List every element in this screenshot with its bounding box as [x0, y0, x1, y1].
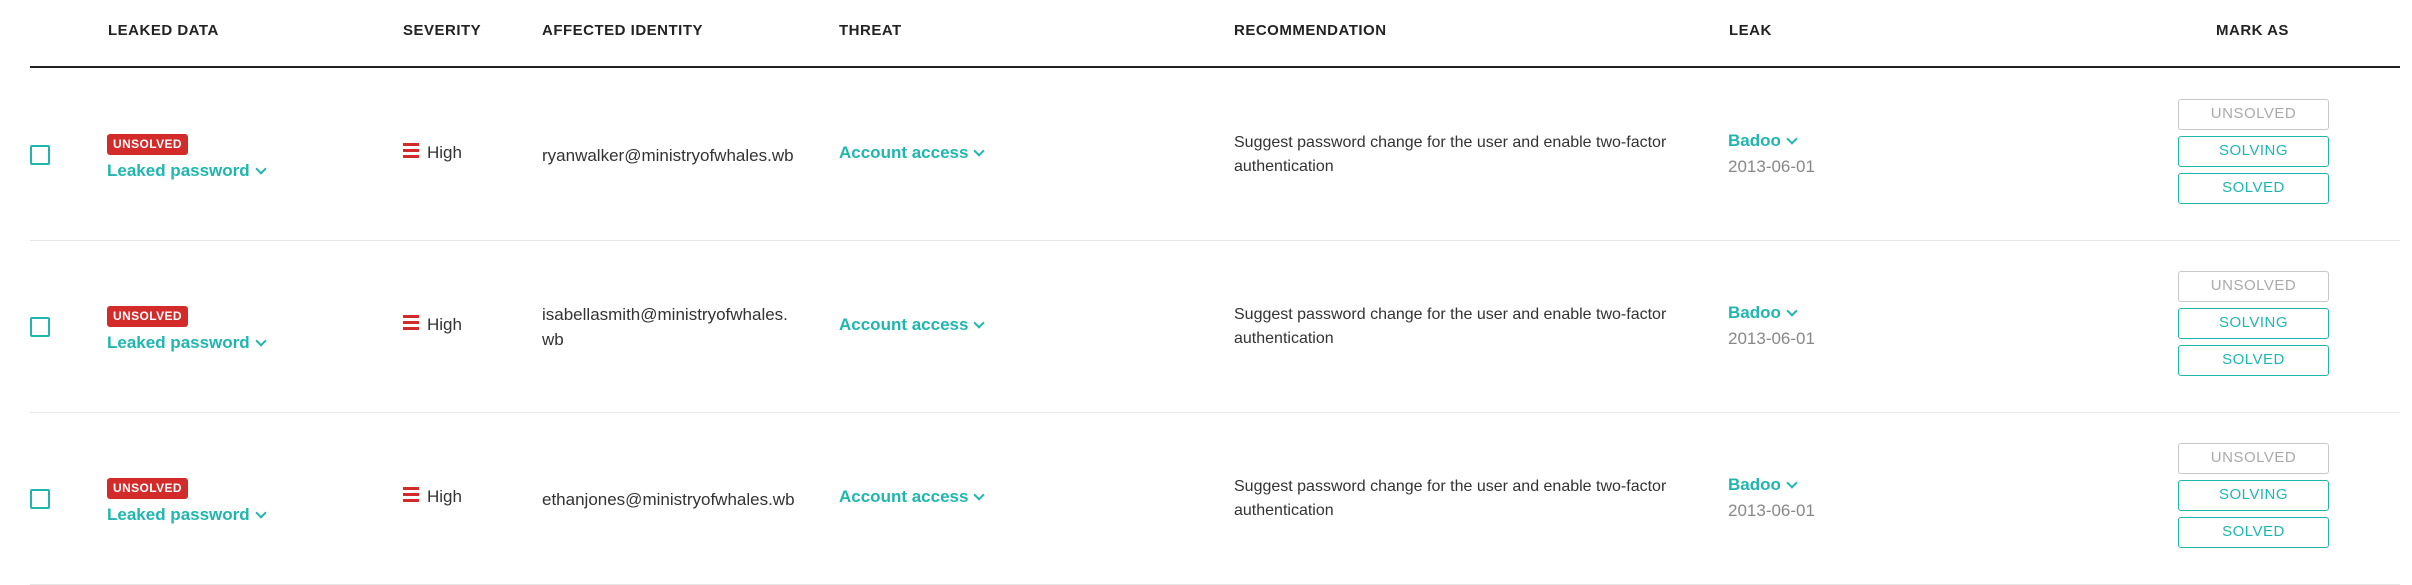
column-header-mark-as: MARK AS — [2216, 22, 2289, 39]
leak-source-dropdown[interactable]: Badoo — [1728, 303, 1798, 323]
chevron-down-icon — [973, 144, 986, 157]
mark-solving-button[interactable]: SOLVING — [2178, 308, 2329, 339]
affected-identity: ethanjones@ministryofwhales.wb — [542, 490, 795, 509]
leaked-data-label: Leaked password — [107, 333, 250, 352]
leak-date: 2013-06-01 — [1728, 501, 1815, 520]
leak-source-dropdown[interactable]: Badoo — [1728, 131, 1798, 151]
threat-label: Account access — [839, 487, 969, 506]
table-row: UNSOLVED Leaked password High ethanjones… — [30, 413, 2400, 585]
leak-source-label: Badoo — [1728, 131, 1781, 150]
status-badge: UNSOLVED — [107, 306, 188, 327]
mark-solved-button[interactable]: SOLVED — [2178, 345, 2329, 376]
threat-label: Account access — [839, 315, 969, 334]
leak-source-dropdown[interactable]: Badoo — [1728, 475, 1798, 495]
recommendation-text: Suggest password change for the user and… — [1234, 478, 1667, 519]
severity-label: High — [427, 143, 462, 162]
threat-dropdown[interactable]: Account access — [839, 143, 986, 163]
leaks-table: LEAKED DATA SEVERITY AFFECTED IDENTITY T… — [0, 0, 2412, 585]
affected-identity: isabellasmith@ministryofwhales.wb — [542, 305, 788, 349]
severity-bars-icon — [403, 142, 419, 158]
column-header-leak[interactable]: LEAK — [1729, 22, 1772, 39]
row-checkbox[interactable] — [30, 317, 50, 337]
mark-solved-button[interactable]: SOLVED — [2178, 517, 2329, 548]
leak-date: 2013-06-01 — [1728, 157, 1815, 176]
severity-label: High — [427, 487, 462, 506]
leaked-data-dropdown[interactable]: Leaked password — [107, 505, 267, 525]
chevron-down-icon — [1786, 476, 1798, 489]
mark-solving-button[interactable]: SOLVING — [2178, 480, 2329, 511]
leaked-data-dropdown[interactable]: Leaked password — [107, 161, 267, 181]
mark-solving-button[interactable]: SOLVING — [2178, 136, 2329, 167]
severity-label: High — [427, 315, 462, 334]
table-row: UNSOLVED Leaked password High ryanwalker… — [30, 69, 2400, 241]
threat-label: Account access — [839, 143, 969, 162]
column-header-affected-identity[interactable]: AFFECTED IDENTITY — [542, 22, 703, 39]
mark-unsolved-button[interactable]: UNSOLVED — [2178, 271, 2329, 302]
threat-dropdown[interactable]: Account access — [839, 487, 986, 507]
chevron-down-icon — [973, 316, 986, 329]
column-header-threat[interactable]: THREAT — [839, 22, 902, 39]
leak-date: 2013-06-01 — [1728, 329, 1815, 348]
mark-unsolved-button[interactable]: UNSOLVED — [2178, 443, 2329, 474]
chevron-down-icon — [973, 488, 986, 501]
status-badge: UNSOLVED — [107, 134, 188, 155]
severity-bars-icon — [403, 314, 419, 330]
severity-indicator: High — [403, 142, 462, 163]
severity-indicator: High — [403, 314, 462, 335]
leak-source-label: Badoo — [1728, 303, 1781, 322]
column-header-recommendation[interactable]: RECOMMENDATION — [1234, 22, 1387, 39]
row-checkbox[interactable] — [30, 489, 50, 509]
table-row: UNSOLVED Leaked password High isabellasm… — [30, 241, 2400, 413]
leak-source-label: Badoo — [1728, 475, 1781, 494]
leaked-data-dropdown[interactable]: Leaked password — [107, 333, 267, 353]
chevron-down-icon — [255, 334, 267, 347]
mark-solved-button[interactable]: SOLVED — [2178, 173, 2329, 204]
chevron-down-icon — [255, 162, 267, 175]
column-header-severity[interactable]: SEVERITY — [403, 22, 481, 39]
column-header-leaked-data[interactable]: LEAKED DATA — [108, 22, 219, 39]
leaked-data-label: Leaked password — [107, 505, 250, 524]
chevron-down-icon — [1786, 304, 1798, 317]
table-header: LEAKED DATA SEVERITY AFFECTED IDENTITY T… — [30, 0, 2400, 68]
chevron-down-icon — [1786, 132, 1798, 145]
status-badge: UNSOLVED — [107, 478, 188, 499]
threat-dropdown[interactable]: Account access — [839, 315, 986, 335]
affected-identity: ryanwalker@ministryofwhales.wb — [542, 146, 794, 165]
leaked-data-label: Leaked password — [107, 161, 250, 180]
recommendation-text: Suggest password change for the user and… — [1234, 306, 1667, 347]
row-checkbox[interactable] — [30, 145, 50, 165]
recommendation-text: Suggest password change for the user and… — [1234, 134, 1667, 175]
severity-indicator: High — [403, 486, 462, 507]
mark-unsolved-button[interactable]: UNSOLVED — [2178, 99, 2329, 130]
severity-bars-icon — [403, 486, 419, 502]
chevron-down-icon — [255, 506, 267, 519]
